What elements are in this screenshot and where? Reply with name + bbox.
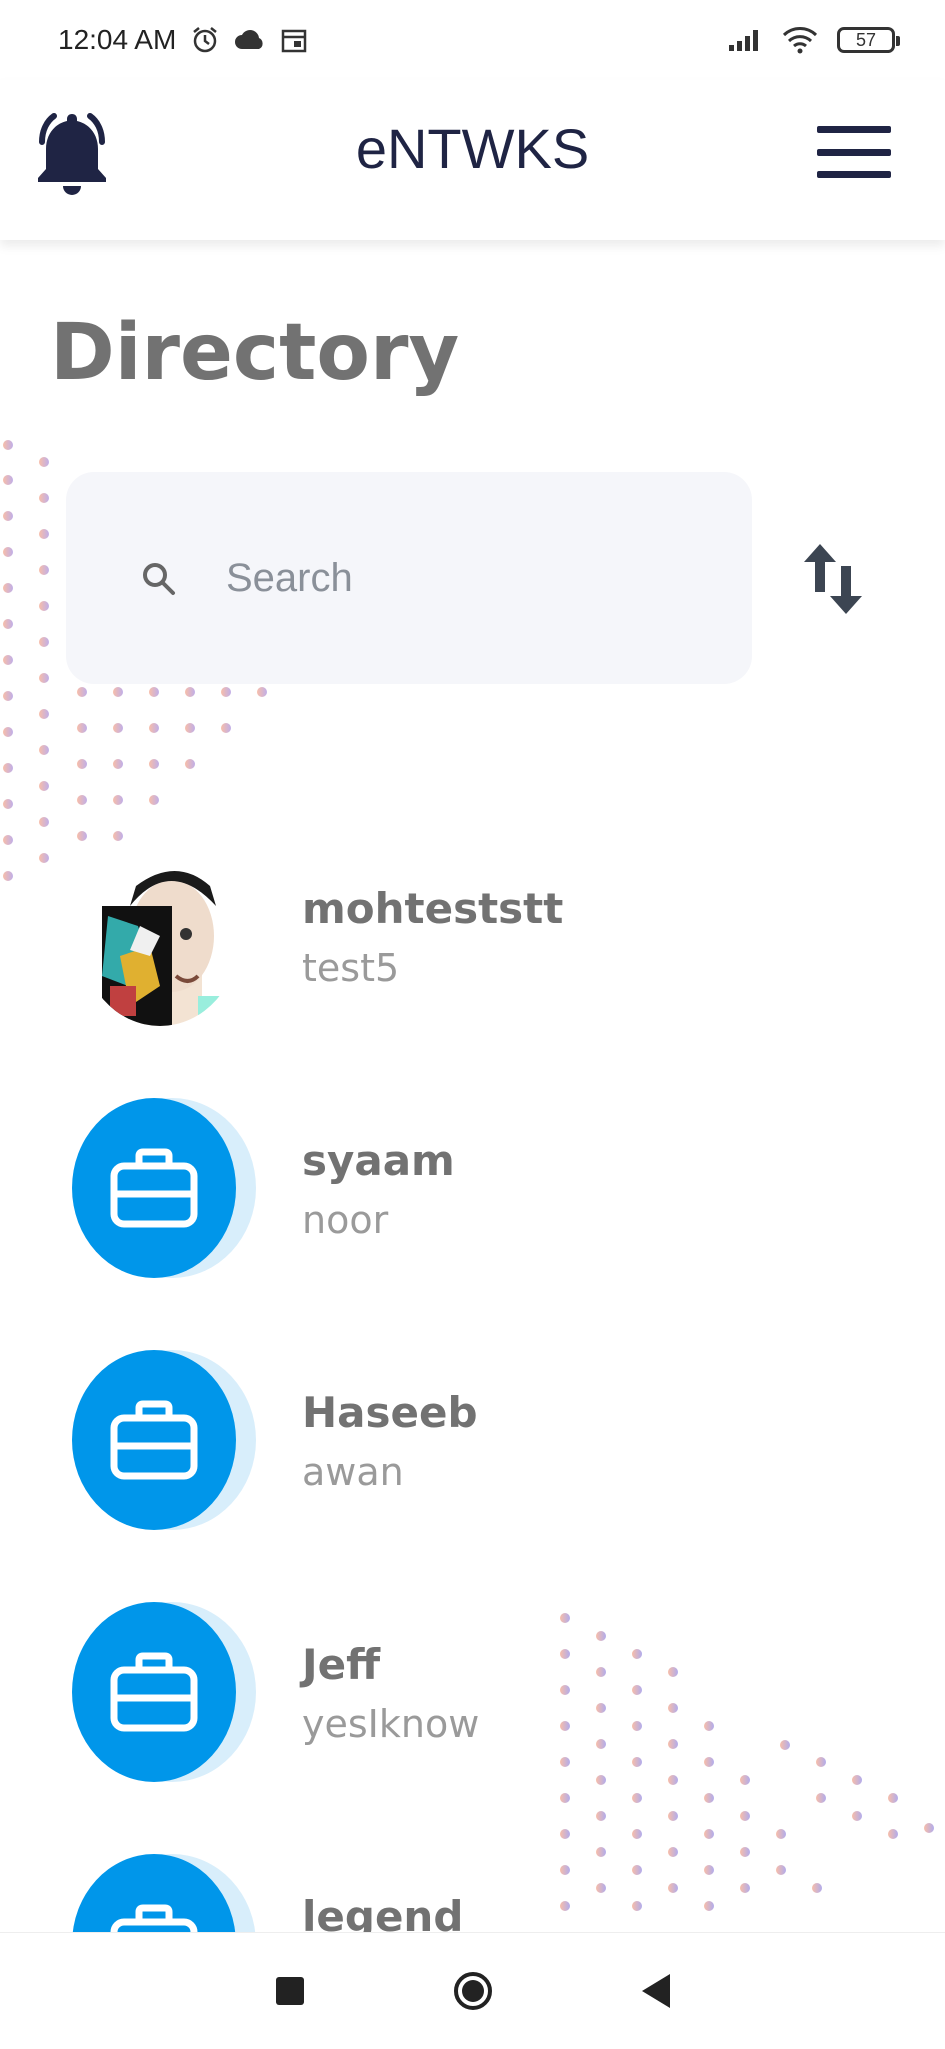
home-button[interactable] — [453, 1972, 492, 2010]
cloud-icon — [235, 30, 263, 49]
battery-level: 57 — [855, 29, 877, 50]
menu-line — [817, 126, 891, 133]
contact-name: Haseeb — [302, 1388, 478, 1437]
back-button[interactable] — [641, 1974, 670, 2008]
menu-line — [817, 148, 891, 156]
calendar-icon — [282, 29, 307, 53]
avatar-circle — [72, 1098, 236, 1278]
avatar — [72, 1602, 256, 1782]
avatar — [72, 1098, 256, 1278]
search-icon — [143, 563, 175, 595]
avatar-circle — [72, 1350, 236, 1530]
app-title: eNTWKS — [355, 117, 590, 180]
briefcase-icon — [110, 1652, 198, 1732]
home-dot — [461, 1980, 484, 2002]
avatar-circle — [72, 1602, 236, 1782]
avatar-photo — [80, 846, 240, 1026]
recent-apps-button[interactable] — [275, 1977, 304, 2005]
contact-name: Jeff — [302, 1640, 381, 1689]
contact-name: syaam — [302, 1136, 455, 1185]
briefcase-icon — [110, 1148, 198, 1228]
contact-item[interactable]: mohteststt test5 — [0, 828, 945, 1028]
wifi-icon — [782, 27, 818, 54]
search-input[interactable] — [224, 554, 628, 602]
system-nav-bar — [0, 1932, 945, 2049]
battery-icon: 57 — [837, 27, 900, 53]
menu-line — [817, 171, 891, 178]
status-bar: 12:04 AM 57 — [0, 0, 945, 80]
status-left: 12:04 AM — [58, 24, 308, 56]
briefcase-icon — [110, 1400, 198, 1480]
contact-item[interactable]: syaam noor — [0, 1080, 945, 1280]
status-time: 12:04 AM — [58, 24, 177, 55]
contact-subtitle: noor — [302, 1198, 389, 1242]
contact-item[interactable]: Haseeb awan — [0, 1332, 945, 1532]
contact-item[interactable]: Jeff yesIknow — [0, 1584, 945, 1784]
alarm-icon — [193, 27, 218, 53]
contact-subtitle: yesIknow — [302, 1702, 480, 1746]
page-title: Directory — [50, 308, 460, 398]
status-right: 57 — [727, 26, 900, 54]
signal-icon — [729, 30, 758, 51]
app-header: eNTWKS — [0, 80, 945, 240]
sort-arrows-icon[interactable] — [800, 540, 866, 618]
menu-icon[interactable] — [817, 126, 891, 178]
avatar — [72, 1350, 256, 1530]
contact-name: mohteststt — [302, 884, 564, 933]
contact-subtitle: awan — [302, 1450, 404, 1494]
contact-subtitle: test5 — [302, 946, 400, 990]
search-bar[interactable] — [66, 472, 752, 684]
